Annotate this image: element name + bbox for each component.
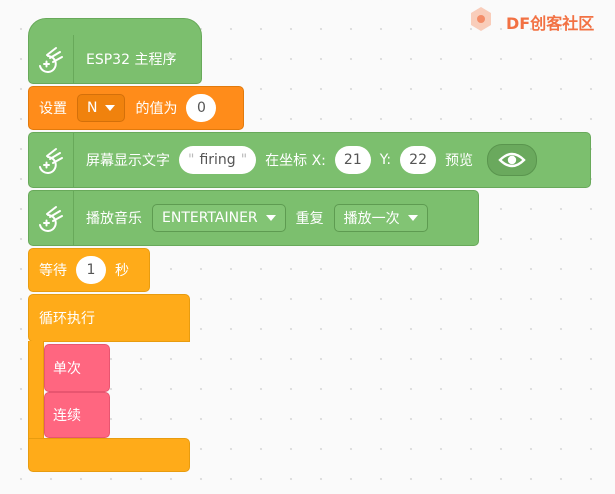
play-music-label: 播放音乐: [86, 211, 142, 227]
forever-loop-block[interactable]: 循环执行: [28, 294, 190, 342]
single-mode-block[interactable]: 单次: [44, 344, 110, 392]
coord-x-label: 在坐标 X:: [265, 153, 326, 169]
loop-arm: [28, 341, 44, 439]
coord-y-label: Y:: [379, 152, 392, 168]
melody-value: ENTERTAINER: [162, 210, 258, 226]
preview-label: 预览: [444, 153, 473, 169]
continuous-mode-label: 连续: [53, 408, 81, 424]
screen-text-label: 屏幕显示文字: [86, 153, 170, 169]
coord-y-input[interactable]: 22: [400, 146, 436, 174]
repeat-value: 播放一次: [343, 211, 400, 227]
watermark-text: DF创客社区: [506, 14, 595, 33]
main-program-block[interactable]: ESP32 主程序: [28, 18, 202, 84]
seconds-label: 秒: [115, 263, 129, 279]
caret-down-icon: [407, 215, 418, 221]
quote-close: ": [240, 152, 248, 168]
set-label: 设置: [39, 101, 67, 117]
play-music-block[interactable]: 播放音乐 ENTERTAINER 重复 播放一次: [28, 190, 479, 246]
value-of-label: 的值为: [135, 101, 178, 117]
repeat-label: 重复: [295, 211, 324, 227]
set-variable-block[interactable]: 设置 N 的值为 0: [28, 86, 244, 130]
coord-x-input[interactable]: 21: [334, 146, 371, 174]
board-icon: [29, 191, 74, 245]
caret-down-icon: [105, 105, 116, 111]
continuous-mode-block[interactable]: 连续: [44, 392, 110, 438]
variable-dropdown[interactable]: N: [77, 94, 126, 122]
variable-name: N: [87, 100, 98, 116]
melody-dropdown[interactable]: ENTERTAINER: [152, 204, 286, 232]
loop-footer: [28, 438, 190, 472]
repeat-dropdown[interactable]: 播放一次: [333, 204, 428, 232]
main-program-label: ESP32 主程序: [86, 52, 177, 68]
eye-icon: [498, 152, 526, 168]
wait-seconds-input[interactable]: 1: [76, 256, 106, 284]
caret-down-icon: [265, 215, 276, 221]
display-text-value: firing: [199, 152, 236, 168]
quote-open: ": [188, 152, 195, 168]
logo-icon: [471, 7, 491, 31]
single-mode-label: 单次: [53, 361, 81, 377]
board-icon: [29, 133, 74, 187]
display-text-input[interactable]: " firing ": [179, 146, 257, 174]
wait-block[interactable]: 等待 1 秒: [28, 248, 150, 292]
preview-button[interactable]: [486, 144, 537, 176]
wait-label: 等待: [39, 263, 67, 279]
variable-value-input[interactable]: 0: [186, 94, 217, 122]
board-icon: [29, 35, 74, 83]
forever-loop-label: 循环执行: [39, 311, 95, 327]
screen-display-text-block[interactable]: 屏幕显示文字 " firing " 在坐标 X: 21 Y: 22 预览: [28, 132, 591, 188]
